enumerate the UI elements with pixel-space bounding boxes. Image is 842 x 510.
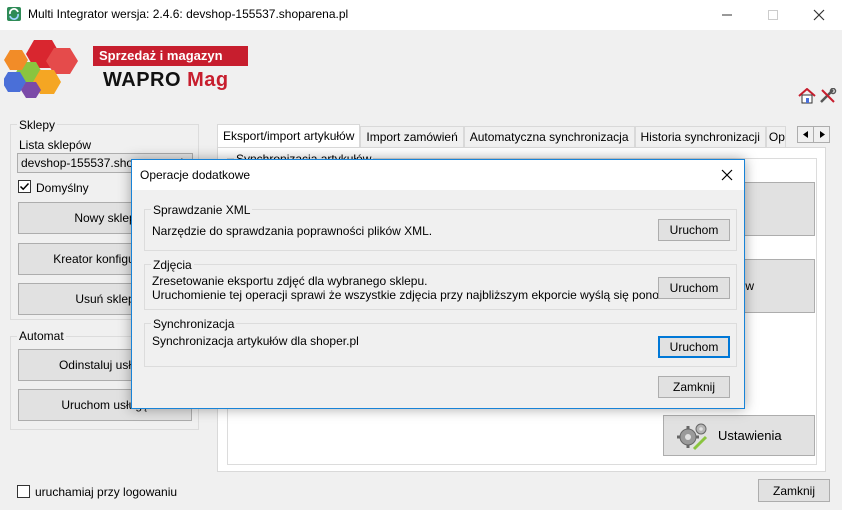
window-close-button[interactable] bbox=[796, 0, 842, 30]
maximize-icon bbox=[768, 10, 778, 20]
section-photos-text-2: Uruchomienie tej operacji sprawi że wszy… bbox=[152, 288, 687, 302]
title-bar: Multi Integrator wersja: 2.4.6: devshop-… bbox=[0, 0, 842, 30]
logo-brand: WAPRO Mag bbox=[103, 69, 229, 92]
hexagon-logo-icon bbox=[4, 40, 78, 98]
section-sync-text: Synchronizacja artykułów dla shoper.pl bbox=[152, 334, 359, 348]
panel-button-2-label: w bbox=[745, 279, 754, 293]
dialog-title: Operacje dodatkowe bbox=[140, 168, 251, 182]
logo-brand-accent: Mag bbox=[187, 69, 229, 91]
checkmark-icon bbox=[19, 182, 30, 191]
dialog-operacje: Operacje dodatkowe Sprawdzanie XML Narzę… bbox=[131, 159, 745, 409]
tab-export-import[interactable]: Eksport/import artykułów bbox=[217, 124, 361, 147]
tab-auto-sync[interactable]: Automatyczna synchronizacja bbox=[463, 126, 635, 147]
sklepy-group-label: Sklepy bbox=[17, 118, 58, 132]
arrow-right-icon bbox=[819, 131, 825, 138]
main-close-button[interactable]: Zamknij bbox=[758, 479, 830, 502]
close-icon bbox=[813, 9, 825, 21]
dialog-title-bar: Operacje dodatkowe bbox=[132, 160, 744, 190]
tab-op[interactable]: Op bbox=[765, 126, 786, 147]
tab-bar: Eksport/import artykułów Import zamówień… bbox=[217, 124, 786, 147]
automat-group-label: Automat bbox=[17, 329, 66, 343]
run-sync-button[interactable]: Uruchom bbox=[658, 336, 730, 358]
default-checkbox-label: Domyślny bbox=[36, 181, 89, 195]
arrow-left-icon bbox=[802, 131, 808, 138]
tab-scroll-left[interactable] bbox=[797, 126, 814, 143]
home-icon[interactable] bbox=[798, 88, 816, 104]
minimize-icon bbox=[722, 14, 732, 16]
maximize-button[interactable] bbox=[750, 0, 796, 30]
gears-icon bbox=[677, 423, 708, 450]
autostart-label: uruchamiaj przy logowaniu bbox=[35, 485, 178, 499]
section-photos-text-1: Zresetowanie eksportu zdjęć dla wybraneg… bbox=[152, 274, 428, 288]
window-title: Multi Integrator wersja: 2.4.6: devshop-… bbox=[28, 7, 349, 21]
dialog-close-bottom-button[interactable]: Zamknij bbox=[658, 376, 730, 398]
settings-button-label: Ustawienia bbox=[718, 428, 782, 443]
run-xml-button[interactable]: Uruchom bbox=[658, 219, 730, 241]
section-xml-label: Sprawdzanie XML bbox=[151, 203, 253, 217]
tab-sync-history[interactable]: Historia synchronizacji bbox=[634, 126, 766, 147]
close-icon bbox=[721, 169, 733, 181]
section-xml-text: Narzędzie do sprawdzania poprawności pli… bbox=[152, 224, 433, 238]
dialog-close-button[interactable] bbox=[710, 160, 744, 190]
tools-icon[interactable] bbox=[819, 88, 837, 104]
top-icons bbox=[798, 88, 837, 104]
app-icon bbox=[7, 7, 21, 21]
section-sync-label: Synchronizacja bbox=[151, 317, 237, 331]
default-checkbox[interactable] bbox=[18, 180, 31, 193]
section-photos-label: Zdjęcia bbox=[151, 258, 194, 272]
minimize-button[interactable] bbox=[704, 0, 750, 30]
settings-button[interactable]: Ustawienia bbox=[663, 415, 815, 456]
autostart-checkbox[interactable] bbox=[17, 485, 30, 498]
run-photos-button[interactable]: Uruchom bbox=[658, 277, 730, 299]
shop-list-label: Lista sklepów bbox=[19, 138, 92, 152]
tab-scroll-right[interactable] bbox=[813, 126, 830, 143]
tab-import-orders[interactable]: Import zamówień bbox=[360, 126, 464, 147]
logo-banner: Sprzedaż i magazyn bbox=[93, 46, 248, 66]
logo-brand-main: WAPRO bbox=[103, 69, 182, 91]
